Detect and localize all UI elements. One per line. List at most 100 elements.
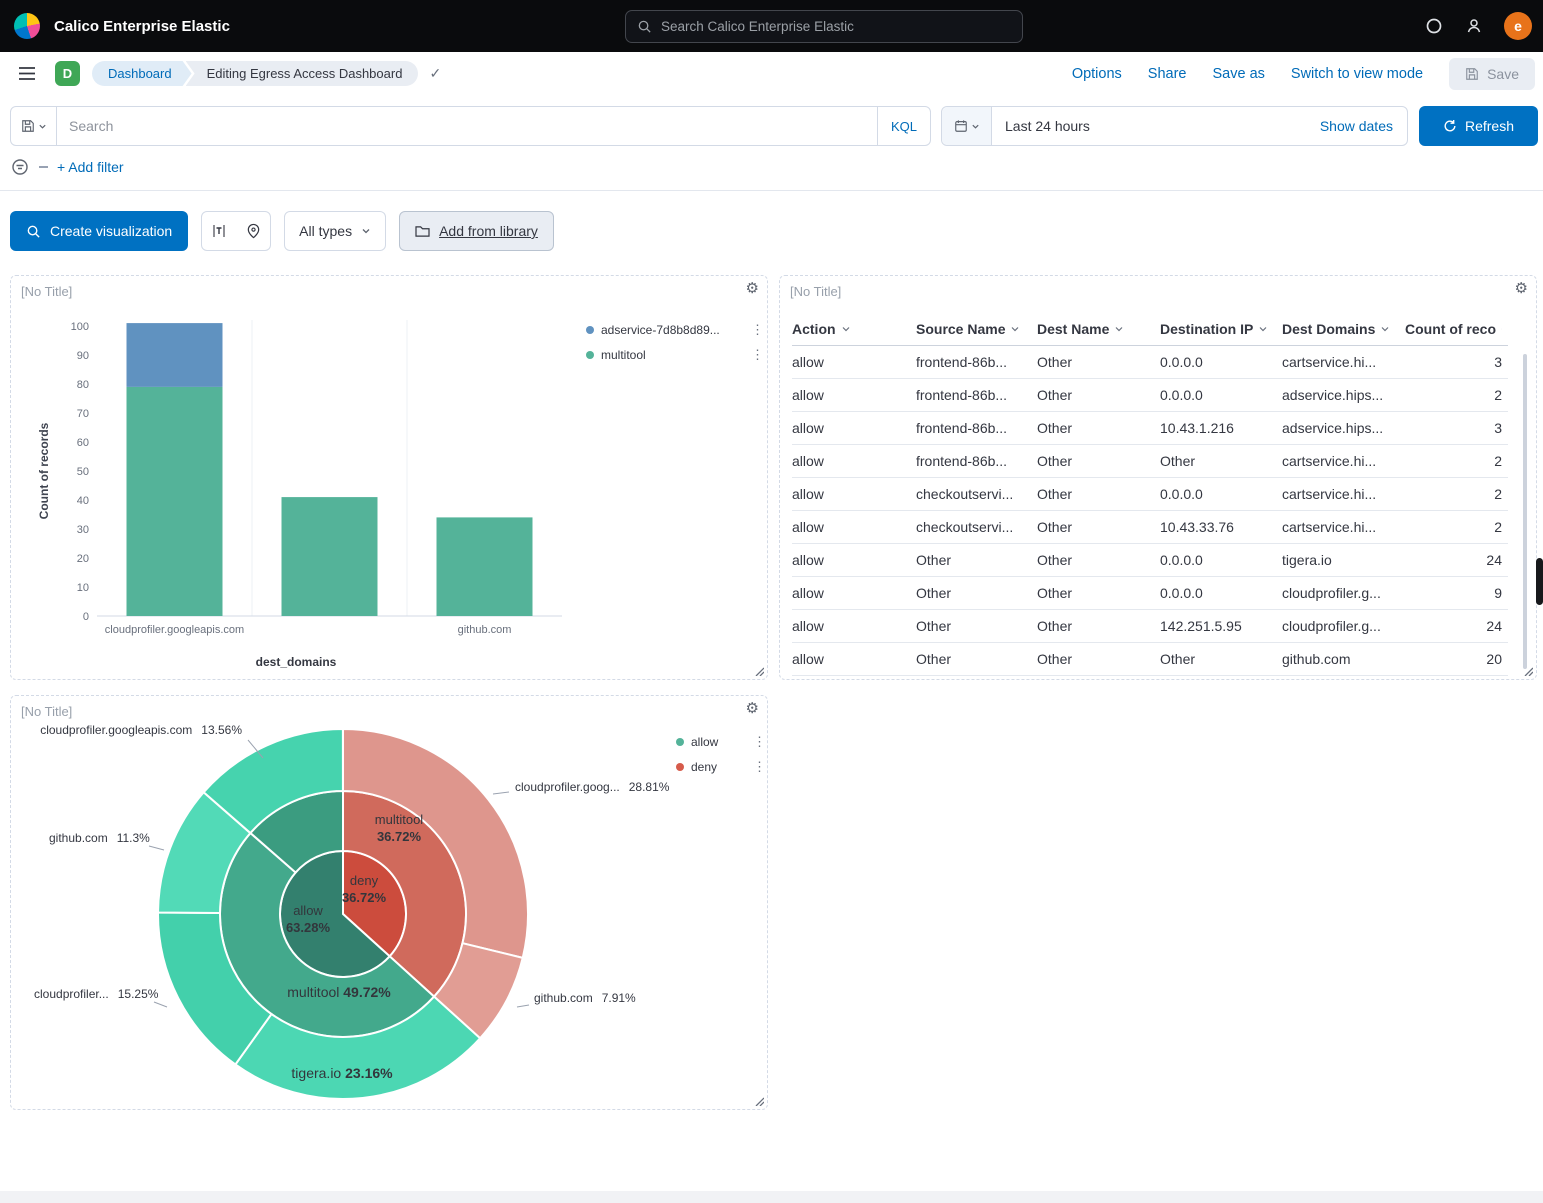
map-marker-icon: [246, 223, 261, 239]
add-map-button[interactable]: [236, 212, 270, 250]
saved-query-menu-button[interactable]: [10, 106, 57, 146]
dashboard-title-check-icon[interactable]: ✓: [429, 65, 441, 82]
legend-item-actions-button[interactable]: ⋮: [753, 734, 766, 750]
column-header-action[interactable]: Action: [792, 321, 916, 337]
table-row[interactable]: allowfrontend-86b...Other0.0.0.0cartserv…: [792, 346, 1508, 379]
calendar-menu-button[interactable]: [942, 107, 992, 145]
add-filter-link[interactable]: + Add filter: [57, 159, 124, 175]
cluster-status-button[interactable]: [1425, 17, 1443, 35]
breadcrumb-current[interactable]: Editing Egress Access Dashboard: [186, 61, 419, 86]
chevron-down-icon: [971, 122, 980, 131]
legend-dot: [586, 351, 594, 359]
legend-item[interactable]: multitool ⋮: [586, 347, 764, 363]
legend-item[interactable]: adservice-7d8b8d89... ⋮: [586, 322, 764, 338]
switch-to-view-mode-link[interactable]: Switch to view mode: [1291, 66, 1423, 82]
y-tick-label: 100: [71, 321, 89, 333]
legend-item[interactable]: allow ⋮: [676, 734, 766, 750]
table-cell: Other: [1037, 552, 1160, 568]
user-icon: [1465, 17, 1483, 35]
share-link[interactable]: Share: [1148, 66, 1187, 82]
legend-item-actions-button[interactable]: ⋮: [751, 347, 764, 363]
panel-resize-handle[interactable]: [754, 666, 764, 676]
kql-language-button[interactable]: KQL: [877, 107, 930, 145]
table-cell: Other: [1037, 486, 1160, 502]
save-as-link[interactable]: Save as: [1213, 66, 1265, 82]
table-row[interactable]: allowOtherOtherOthergithub.com20: [792, 643, 1508, 676]
table-row[interactable]: allowfrontend-86b...Other10.43.1.216adse…: [792, 412, 1508, 445]
column-header-source-name[interactable]: Source Name: [916, 321, 1037, 337]
table-cell: allow: [792, 453, 916, 469]
folder-icon: [415, 225, 430, 238]
table-cell: Other: [916, 651, 1037, 667]
bar-segment[interactable]: [282, 497, 378, 616]
table-row[interactable]: allowOtherOther0.0.0.0cloudprofiler.g...…: [792, 577, 1508, 610]
table-row[interactable]: allowcheckoutservi...Other0.0.0.0cartser…: [792, 478, 1508, 511]
create-visualization-button[interactable]: Create visualization: [10, 211, 188, 251]
save-button[interactable]: Save: [1449, 58, 1535, 90]
table-cell: 24: [1405, 618, 1508, 634]
global-search-input[interactable]: [661, 19, 1011, 34]
viz-toolbar: Create visualization All types Add from …: [10, 211, 554, 251]
table-row[interactable]: allowOtherOther0.0.0.0tigera.io24: [792, 544, 1508, 577]
query-search-box[interactable]: KQL: [56, 106, 931, 146]
bar-chart: 0102030405060708090100cloudprofiler.goog…: [57, 314, 577, 644]
app-title: Calico Enterprise Elastic: [54, 18, 230, 35]
refresh-button-label: Refresh: [1465, 118, 1514, 134]
time-range-value[interactable]: Last 24 hours: [1005, 118, 1090, 134]
table-cell: Other: [1037, 354, 1160, 370]
legend-item-actions-button[interactable]: ⋮: [751, 322, 764, 338]
table-cell: Other: [1037, 420, 1160, 436]
table-cell: 3: [1405, 420, 1508, 436]
table-row[interactable]: allowfrontend-86b...OtherOthercartservic…: [792, 445, 1508, 478]
query-search-input[interactable]: [69, 118, 877, 134]
table-row[interactable]: allowcheckoutservi...Other10.43.33.76car…: [792, 511, 1508, 544]
saved-filters-icon[interactable]: [10, 157, 30, 177]
page-scrollbar-thumb[interactable]: [1536, 558, 1543, 605]
table-row[interactable]: allowOtherOther142.251.5.95cloudprofiler…: [792, 610, 1508, 643]
table-cell: Other: [1037, 387, 1160, 403]
table-cell: checkoutservi...: [916, 486, 1037, 502]
menu-button[interactable]: [18, 66, 36, 86]
callout-line: [517, 1005, 529, 1007]
bar-segment[interactable]: [437, 517, 533, 616]
column-header-dest-domains[interactable]: Dest Domains: [1282, 321, 1405, 337]
add-from-library-button[interactable]: Add from library: [399, 211, 554, 251]
legend-item-actions-button[interactable]: ⋮: [753, 759, 766, 775]
user-settings-button[interactable]: [1465, 17, 1483, 35]
table-cell: allow: [792, 354, 916, 370]
global-search-box[interactable]: [625, 10, 1023, 43]
panel-settings-button[interactable]: ⚙: [746, 281, 759, 296]
column-header-destination-ip[interactable]: Destination IP: [1160, 321, 1282, 337]
bar-chart-legend: adservice-7d8b8d89... ⋮ multitool ⋮: [586, 322, 764, 363]
table-scrollbar[interactable]: [1523, 354, 1527, 669]
refresh-button[interactable]: Refresh: [1419, 106, 1538, 146]
table-cell: 3: [1405, 354, 1508, 370]
table-cell: cartservice.hi...: [1282, 519, 1405, 535]
y-tick-label: 10: [77, 582, 89, 594]
space-badge[interactable]: D: [55, 61, 80, 86]
bar-segment[interactable]: [127, 323, 223, 387]
x-tick-label: github.com: [458, 624, 512, 636]
panel-resize-handle[interactable]: [1523, 666, 1533, 676]
breadcrumb-dashboard[interactable]: Dashboard: [92, 61, 192, 86]
avatar[interactable]: e: [1504, 12, 1532, 40]
all-types-dropdown[interactable]: All types: [284, 211, 386, 251]
table-cell: Other: [1160, 453, 1282, 469]
table-cell: 0.0.0.0: [1160, 387, 1282, 403]
column-header-count-of-reco[interactable]: Count of reco: [1405, 321, 1508, 337]
panel-settings-button[interactable]: ⚙: [1515, 281, 1528, 296]
legend-label: adservice-7d8b8d89...: [601, 323, 720, 337]
bar-segment[interactable]: [127, 387, 223, 616]
table-row[interactable]: allowfrontend-86b...Other0.0.0.0adservic…: [792, 379, 1508, 412]
gear-icon: ⚙: [746, 280, 759, 297]
table-cell: 2: [1405, 486, 1508, 502]
add-text-button[interactable]: [202, 212, 236, 250]
table-cell: cloudprofiler.g...: [1282, 585, 1405, 601]
panel-resize-handle[interactable]: [754, 1096, 764, 1106]
column-header-dest-name[interactable]: Dest Name: [1037, 321, 1160, 337]
options-link[interactable]: Options: [1072, 66, 1122, 82]
sunburst-callout-label: github.com11.3%: [49, 831, 150, 845]
table-cell: 10.43.1.216: [1160, 420, 1282, 436]
show-dates-link[interactable]: Show dates: [1320, 118, 1393, 134]
legend-item[interactable]: deny ⋮: [676, 759, 766, 775]
